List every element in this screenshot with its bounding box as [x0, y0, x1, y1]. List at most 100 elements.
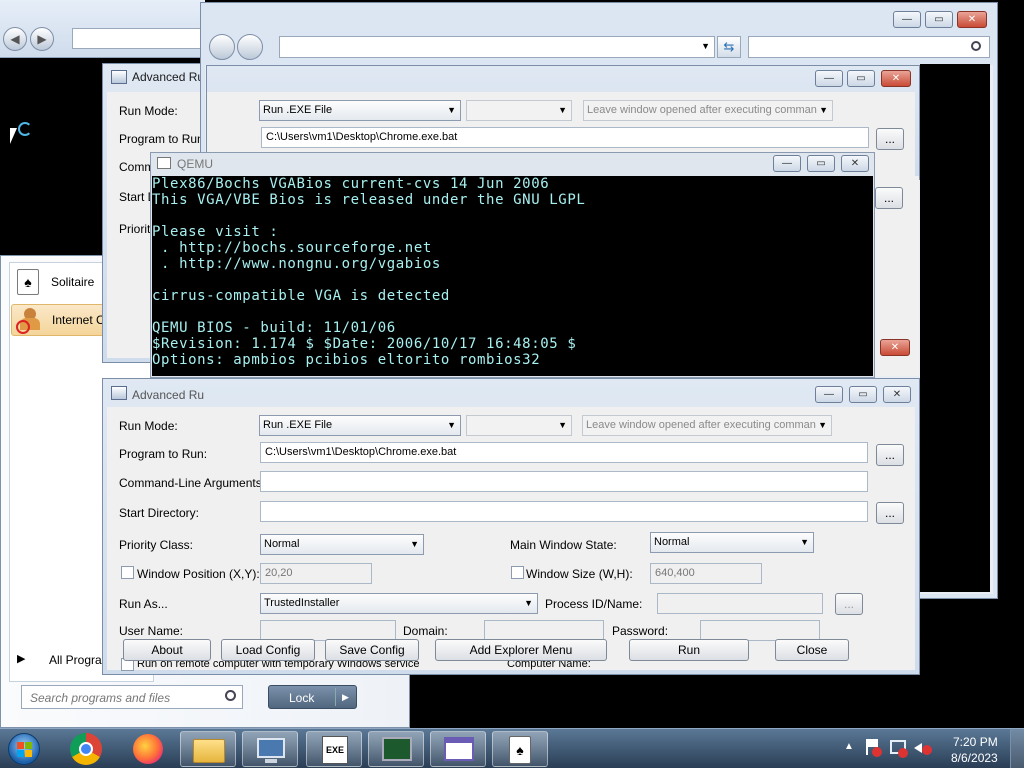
program-input[interactable]: C:\Users\vm1\Desktop\Chrome.exe.bat	[260, 442, 868, 463]
window-position-label: Window Position (X,Y):	[137, 567, 260, 581]
start-search-placeholder: Search programs and files	[30, 691, 171, 705]
close-dialog-button[interactable]: Close	[775, 639, 849, 661]
secondary-select: ▼	[466, 100, 572, 121]
browse-startdir-button[interactable]: ...	[876, 502, 904, 524]
window-size-checkbox[interactable]	[511, 566, 524, 579]
chevron-down-icon: ▼	[819, 105, 828, 115]
taskbar-solitaire-button[interactable]: ♠	[492, 731, 548, 767]
priority-value: Normal	[264, 538, 300, 550]
lock-button[interactable]: Lock ▶	[268, 685, 357, 709]
close-button[interactable]: ✕	[881, 70, 911, 87]
maximize-button[interactable]: ▭	[847, 70, 875, 87]
console-line: Plex86/Bochs VGABios current-cvs 14 Jun …	[152, 176, 550, 192]
firefox-icon	[133, 734, 163, 764]
chrome-icon	[70, 733, 102, 765]
mouse-cursor-icon	[10, 128, 17, 144]
forward-button[interactable]	[237, 34, 263, 60]
monitor-icon	[382, 737, 412, 761]
window-title: Advanced Ru	[132, 70, 205, 84]
refresh-button[interactable]: ⇆	[717, 36, 741, 58]
dark-pane	[920, 64, 990, 592]
cmdline-input[interactable]	[260, 471, 868, 492]
maximize-button[interactable]: ▭	[807, 155, 835, 172]
close-button[interactable]: ✕	[841, 155, 869, 172]
start-orb-button[interactable]	[4, 730, 44, 768]
volume-muted-icon[interactable]	[914, 739, 932, 757]
save-config-button[interactable]: Save Config	[325, 639, 419, 661]
browse-process-button: ...	[835, 593, 863, 615]
start-search-input[interactable]: Search programs and files	[21, 685, 243, 709]
address-bar[interactable]	[72, 28, 202, 49]
startdir-input[interactable]	[260, 501, 868, 522]
leave-window-select: Leave window opened after executing comm…	[583, 100, 833, 121]
taskbar: EXE ♠ ▲ 7:20 PM 8/6/2023	[0, 728, 1024, 768]
back-button[interactable]	[209, 34, 235, 60]
add-explorer-menu-button[interactable]: Add Explorer Menu	[435, 639, 607, 661]
qemu-title: QEMU	[177, 157, 213, 171]
all-programs-label: All Progra	[49, 653, 102, 667]
process-id-label: Process ID/Name:	[545, 597, 643, 611]
show-desktop-button[interactable]	[1010, 729, 1024, 768]
priority-label: Priority Class:	[119, 538, 194, 552]
close-button[interactable]: ✕	[880, 339, 910, 356]
clock-date[interactable]: 8/6/2023	[951, 751, 998, 765]
maximize-button[interactable]: ▭	[925, 11, 953, 28]
main-window-state-label: Main Window State:	[510, 538, 617, 552]
console-line: QEMU BIOS - build: 11/01/06	[152, 320, 396, 336]
taskbar-chrome-button[interactable]	[58, 731, 114, 767]
run-mode-select[interactable]: Run .EXE File ▼	[259, 415, 461, 436]
load-config-button[interactable]: Load Config	[221, 639, 315, 661]
about-button[interactable]: About	[123, 639, 211, 661]
console-line: Options: apmbios pcibios eltorito rombio…	[152, 352, 541, 368]
priority-select[interactable]: Normal ▼	[260, 534, 424, 555]
run-mode-label: Run Mode:	[119, 104, 178, 118]
program-value: C:\Users\vm1\Desktop\Chrome.exe.bat	[265, 446, 457, 458]
run-mode-select[interactable]: Run .EXE File ▼	[259, 100, 461, 121]
advanced-run-app-icon	[111, 386, 127, 400]
window-position-checkbox[interactable]	[121, 566, 134, 579]
close-button[interactable]: ✕	[883, 386, 911, 403]
advanced-run-window-front: Advanced Ru — ▭ ✕ Run Mode: Run .EXE Fil…	[102, 378, 920, 675]
run-as-select[interactable]: TrustedInstaller ▼	[260, 593, 538, 614]
taskbar-advanced-run-button[interactable]: EXE	[306, 731, 362, 767]
console-line: Please visit :	[152, 224, 279, 240]
address-bar[interactable]: ▼	[279, 36, 715, 58]
clock-time[interactable]: 7:20 PM	[953, 735, 998, 749]
taskbar-qemu-button[interactable]	[430, 731, 486, 767]
action-center-flag-icon[interactable]	[866, 739, 882, 757]
taskbar-network-monitor-button[interactable]	[368, 731, 424, 767]
forward-button[interactable]: ▶	[30, 27, 54, 51]
minimize-button[interactable]: —	[815, 70, 843, 87]
close-button[interactable]: ✕	[957, 11, 987, 28]
chevron-down-icon: ▼	[524, 598, 533, 608]
chevron-down-icon[interactable]: ▼	[701, 41, 710, 51]
back-button[interactable]: ◀	[3, 27, 27, 51]
explorer-search-input[interactable]	[748, 36, 990, 58]
lock-options-arrow-icon[interactable]: ▶	[335, 688, 355, 706]
minimize-button[interactable]: —	[815, 386, 843, 403]
qemu-console-screen[interactable]: Plex86/Bochs VGABios current-cvs 14 Jun …	[152, 176, 873, 376]
busy-spinner-icon	[18, 122, 32, 136]
computer-icon	[257, 738, 285, 758]
taskbar-explorer-button[interactable]	[180, 731, 236, 767]
leave-window-value: Leave window opened after executing comm…	[587, 104, 817, 116]
main-window-state-value: Normal	[654, 536, 690, 548]
browse-start-dir-button-2[interactable]: ...	[875, 187, 903, 209]
console-line: . http://bochs.sourceforge.net	[152, 240, 432, 256]
program-label: Program to Run:	[119, 447, 208, 461]
main-window-state-select[interactable]: Normal ▼	[650, 532, 814, 553]
taskbar-firefox-button[interactable]	[120, 731, 176, 767]
qemu-app-icon	[157, 157, 171, 169]
browse-program-button[interactable]: ...	[876, 128, 904, 150]
minimize-button[interactable]: —	[773, 155, 801, 172]
program-input[interactable]: C:\Users\vm1\Desktop\Chrome.exe.bat	[261, 127, 869, 148]
chevron-down-icon: ▼	[447, 420, 456, 430]
folder-icon	[193, 739, 225, 763]
minimize-button[interactable]: —	[893, 11, 921, 28]
taskbar-computer-button[interactable]	[242, 731, 298, 767]
show-hidden-icons-button[interactable]: ▲	[844, 741, 854, 752]
run-button[interactable]: Run	[629, 639, 749, 661]
maximize-button[interactable]: ▭	[849, 386, 877, 403]
network-icon[interactable]	[890, 740, 908, 758]
browse-program-button[interactable]: ...	[876, 444, 904, 466]
